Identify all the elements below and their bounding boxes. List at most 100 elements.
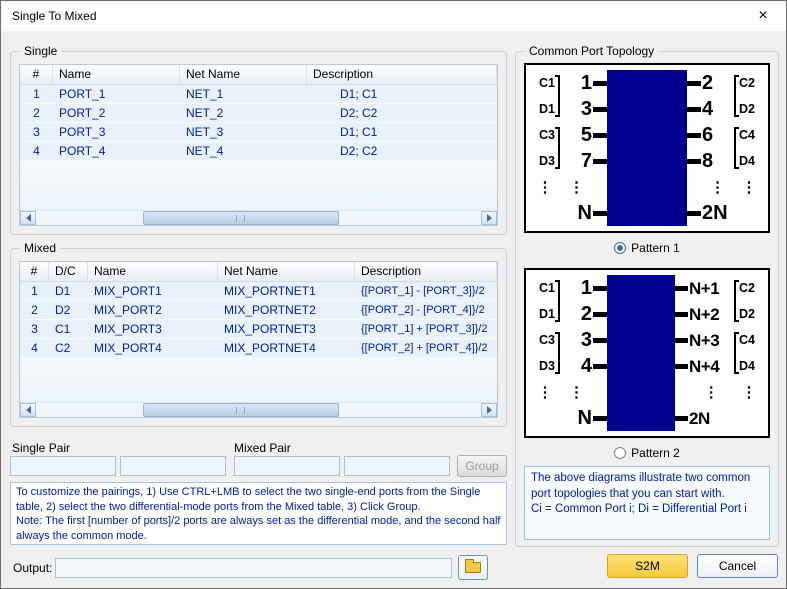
column-header-dc[interactable]: D/C	[49, 262, 88, 281]
scrollbar-track[interactable]	[36, 403, 481, 417]
mixed-table-row[interactable]: 1 D1 MIX_PORT1 MIX_PORTNET1 {[PORT_1] - …	[20, 282, 497, 301]
close-button[interactable]: ×	[740, 1, 786, 31]
cancel-button[interactable]: Cancel	[697, 554, 778, 578]
pattern-1-radio[interactable]: Pattern 1	[516, 241, 778, 255]
scroll-right-button[interactable]	[481, 403, 497, 417]
cell-name: PORT_3	[53, 125, 180, 139]
scroll-left-button[interactable]	[20, 403, 36, 417]
pin	[675, 312, 689, 317]
scroll-right-button[interactable]	[481, 211, 497, 225]
pin-number: 7	[560, 151, 593, 171]
port-label: C3	[539, 128, 555, 142]
instructions-box: To customize the pairings, 1) Use CTRL+L…	[10, 482, 507, 545]
column-header-description[interactable]: Description	[307, 65, 497, 84]
mixed-pair-label: Mixed Pair	[234, 441, 291, 455]
mixed-table-row[interactable]: 2 D2 MIX_PORT2 MIX_PORTNET2 {[PORT_2] - …	[20, 301, 497, 320]
single-pair-input-1[interactable]	[10, 456, 116, 476]
pin-number: 3	[560, 99, 593, 119]
s2m-button[interactable]: S2M	[607, 554, 688, 578]
instructions-note: Note: The first [number of ports]/2 port…	[16, 515, 500, 542]
scroll-left-button[interactable]	[20, 211, 36, 225]
single-pair-input-2[interactable]	[120, 456, 226, 476]
mixed-table-row[interactable]: 3 C1 MIX_PORT3 MIX_PORTNET3 {[PORT_1] + …	[20, 320, 497, 339]
pin-number: 3	[560, 330, 593, 350]
topology-description: The above diagrams illustrate two common…	[531, 472, 750, 500]
diagram-row: D1 2 N+2 D2	[530, 301, 764, 327]
cell-description: {[PORT_1] + [PORT_3]}/2	[355, 323, 497, 335]
cell-netname: MIX_PORTNET4	[218, 341, 355, 355]
pattern-2-radio[interactable]: Pattern 2	[516, 446, 778, 460]
diagram-dots-row: ⋮ ⋮ ⋮ ⋮	[530, 379, 764, 405]
mixed-pair-input-2[interactable]	[344, 456, 450, 476]
diagram-row: N 2N	[530, 405, 764, 431]
cell-netname: NET_3	[180, 125, 307, 139]
cell-num: 2	[20, 106, 53, 120]
cell-num: 4	[20, 144, 53, 158]
chip-body	[607, 275, 675, 301]
cell-dc: D2	[49, 303, 88, 317]
cell-netname: MIX_PORTNET1	[218, 284, 355, 298]
group-button[interactable]: Group	[457, 455, 507, 477]
single-table-hscrollbar[interactable]	[20, 210, 497, 225]
pin	[593, 107, 607, 112]
column-header-netname[interactable]: Net Name	[180, 65, 307, 84]
scroll-right-icon	[487, 214, 492, 222]
cell-num: 2	[20, 303, 49, 317]
diagram-row: D1 3 4 D2	[530, 96, 764, 122]
scrollbar-thumb[interactable]	[143, 403, 339, 417]
pin-number: N+4	[688, 358, 734, 375]
column-header-num[interactable]: #	[20, 262, 49, 281]
topology-description-box: The above diagrams illustrate two common…	[524, 466, 770, 540]
column-header-num[interactable]: #	[20, 65, 53, 84]
chip-body	[607, 96, 687, 122]
port-label: D4	[739, 154, 755, 168]
close-icon: ×	[758, 8, 767, 24]
port-label: C4	[739, 128, 755, 142]
pin-number: N+2	[688, 306, 734, 323]
output-label: Output:	[13, 561, 52, 575]
output-path-input[interactable]	[55, 558, 452, 578]
mixed-group-label: Mixed	[20, 241, 60, 255]
diagram-row: C3 3 N+3 C4	[530, 327, 764, 353]
cell-num: 1	[20, 87, 53, 101]
cell-name: PORT_4	[53, 144, 180, 158]
diagram-row: C1 1 2 C2	[530, 70, 764, 96]
port-label: D1	[539, 307, 555, 321]
mixed-table: # D/C Name Net Name Description 1 D1 MIX…	[19, 261, 498, 418]
cell-name: MIX_PORT4	[88, 341, 218, 355]
scrollbar-track[interactable]	[36, 211, 481, 225]
pin	[593, 133, 607, 138]
single-table-row[interactable]: 1 PORT_1 NET_1 D1; C1	[20, 85, 497, 104]
scroll-left-icon	[26, 214, 31, 222]
pin-number: N	[560, 408, 593, 428]
instructions-text: To customize the pairings, 1) Use CTRL+L…	[16, 486, 480, 513]
cell-netname: NET_1	[180, 87, 307, 101]
cell-name: MIX_PORT1	[88, 284, 218, 298]
browse-button[interactable]	[458, 555, 488, 580]
single-table-row[interactable]: 3 PORT_3 NET_3 D1; C1	[20, 123, 497, 142]
port-label: C1	[539, 281, 555, 295]
single-table-row[interactable]: 4 PORT_4 NET_4 D2; C2	[20, 142, 497, 161]
pin-number: 2N	[701, 203, 734, 223]
port-label: D3	[539, 154, 555, 168]
single-table-row[interactable]: 2 PORT_2 NET_2 D2; C2	[20, 104, 497, 123]
single-table: # Name Net Name Description 1 PORT_1 NET…	[19, 64, 498, 226]
ellipsis-dots: ⋮	[734, 379, 764, 405]
scrollbar-thumb[interactable]	[143, 211, 339, 225]
column-header-name[interactable]: Name	[53, 65, 180, 84]
pin	[687, 159, 701, 164]
port-label: C2	[739, 281, 755, 295]
mixed-table-hscrollbar[interactable]	[20, 402, 497, 417]
port-label: C4	[739, 333, 755, 347]
mixed-pair-input-1[interactable]	[234, 456, 340, 476]
column-header-name[interactable]: Name	[88, 262, 218, 281]
column-header-description[interactable]: Description	[355, 262, 497, 281]
port-label: C2	[739, 76, 755, 90]
column-header-netname[interactable]: Net Name	[218, 262, 355, 281]
radio-icon	[614, 447, 626, 459]
chip-body	[607, 405, 675, 431]
mixed-table-row[interactable]: 4 C2 MIX_PORT4 MIX_PORTNET4 {[PORT_2] + …	[20, 339, 497, 358]
pin-number: 1	[560, 278, 593, 298]
mixed-table-header: # D/C Name Net Name Description	[20, 262, 497, 282]
cell-netname: NET_2	[180, 106, 307, 120]
